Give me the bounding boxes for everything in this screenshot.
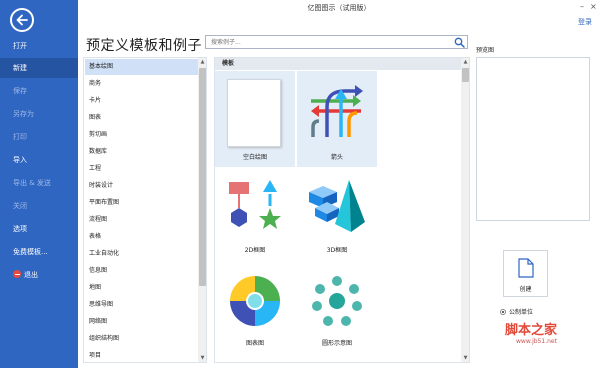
nav-exit-label: 退出 <box>24 271 38 279</box>
nav-print[interactable]: 打印 <box>0 127 78 147</box>
category-item[interactable]: 卡片 <box>85 93 198 109</box>
circle-diagram-icon <box>312 276 362 326</box>
watermark-url: www.jb51.net <box>516 338 557 345</box>
nav-save-as[interactable]: 另存为 <box>0 104 78 124</box>
nav-export-send[interactable]: 导出 & 发送 <box>0 173 78 193</box>
category-item[interactable]: 表格 <box>85 229 198 245</box>
scroll-down-icon[interactable]: ▼ <box>461 354 469 362</box>
category-item[interactable]: 地图 <box>85 280 198 296</box>
template-tile-circle[interactable]: 圆形示意图 <box>297 268 377 362</box>
nav-save[interactable]: 保存 <box>0 81 78 101</box>
minimize-button[interactable]: – <box>580 2 584 11</box>
login-link[interactable]: 登录 <box>578 17 592 27</box>
category-item[interactable]: 流程图 <box>85 212 198 228</box>
category-item[interactable]: 图表 <box>85 110 198 126</box>
2d-shapes-icon <box>229 180 281 229</box>
template-label: 图表图 <box>245 340 264 347</box>
template-scrollbar[interactable]: ▲ ▼ <box>461 58 469 362</box>
category-item[interactable]: 基本绘图 <box>85 59 198 75</box>
search-box <box>205 35 468 49</box>
nav-options[interactable]: 选项 <box>0 219 78 239</box>
preview-label: 预览图 <box>476 47 495 54</box>
template-tile-chart[interactable]: 图表图 <box>215 268 295 362</box>
nav-exit[interactable]: 退出 <box>0 265 78 285</box>
category-list: 基本绘图 商务 卡片 图表 剪切画 数据库 工程 时装设计 平面布置图 流程图 … <box>83 57 207 363</box>
category-item[interactable]: 项目 <box>85 348 198 362</box>
template-label: 2D框图 <box>244 247 266 254</box>
template-tile-2d-block[interactable]: 2D框图 <box>215 170 295 266</box>
exit-icon <box>13 270 21 278</box>
backstage-nav: 打开 新建 保存 另存为 打印 导入 导出 & 发送 关闭 选项 免费模板...… <box>0 0 78 368</box>
category-item[interactable]: 平面布置图 <box>85 195 198 211</box>
template-label: 圆形示意图 <box>321 340 352 347</box>
category-item[interactable]: 剪切画 <box>85 127 198 143</box>
title-bar: 亿图图示（试用版） – × <box>78 0 600 14</box>
blank-page-thumbnail <box>227 79 281 147</box>
scroll-down-icon[interactable]: ▼ <box>198 354 206 362</box>
nav-new[interactable]: 新建 <box>0 58 78 78</box>
nav-free-templates[interactable]: 免费模板... <box>0 242 78 262</box>
template-panel: 模板 空白绘图 箭头 2D框图 3D框图 图表图 圆形示意图 ▲ ▼ <box>214 57 470 363</box>
back-button[interactable] <box>10 8 34 32</box>
preview-pane <box>476 57 590 221</box>
search-input[interactable] <box>206 36 446 48</box>
category-scrollbar[interactable]: ▲ ▼ <box>198 58 206 362</box>
template-tile-arrows[interactable]: 箭头 <box>297 71 377 167</box>
scroll-up-icon[interactable]: ▲ <box>461 58 469 66</box>
nav-open[interactable]: 打开 <box>0 36 78 56</box>
section-title: 模板 <box>215 58 462 70</box>
page-title: 预定义模板和例子 <box>86 38 202 54</box>
scroll-thumb[interactable] <box>462 68 469 82</box>
metric-unit-label: 公制单位 <box>509 309 534 316</box>
category-item[interactable]: 商务 <box>85 76 198 92</box>
nav-close[interactable]: 关闭 <box>0 196 78 216</box>
template-label: 箭头 <box>330 154 343 161</box>
category-item[interactable]: 信息图 <box>85 263 198 279</box>
arrows-icon <box>311 85 363 137</box>
category-item[interactable]: 工程 <box>85 161 198 177</box>
window-title: 亿图图示（试用版） <box>307 4 371 12</box>
3d-shapes-icon <box>309 180 365 232</box>
template-label: 3D框图 <box>326 247 348 254</box>
template-tile-blank[interactable]: 空白绘图 <box>215 71 295 167</box>
create-button[interactable]: 创建 <box>503 250 548 297</box>
create-label: 创建 <box>519 286 532 293</box>
donut-chart-icon <box>230 276 280 326</box>
search-icon[interactable] <box>454 37 465 48</box>
category-item[interactable]: 工业自动化 <box>85 246 198 262</box>
category-item[interactable]: 组织结构图 <box>85 331 198 347</box>
template-tile-3d-block[interactable]: 3D框图 <box>297 170 377 266</box>
category-item[interactable]: 数据库 <box>85 144 198 160</box>
nav-import[interactable]: 导入 <box>0 150 78 170</box>
new-document-icon <box>518 258 534 278</box>
category-item[interactable]: 时装设计 <box>85 178 198 194</box>
arrow-left-icon <box>16 14 28 26</box>
scroll-thumb[interactable] <box>199 68 206 286</box>
watermark: 脚本之家 <box>505 323 558 338</box>
template-label: 空白绘图 <box>242 154 267 161</box>
scroll-up-icon[interactable]: ▲ <box>198 58 206 66</box>
close-button[interactable]: × <box>590 2 597 11</box>
category-item[interactable]: 网络图 <box>85 314 198 330</box>
metric-unit-option[interactable]: 公制单位 <box>500 307 533 316</box>
category-item[interactable]: 思维导图 <box>85 297 198 313</box>
radio-icon[interactable] <box>500 308 506 315</box>
